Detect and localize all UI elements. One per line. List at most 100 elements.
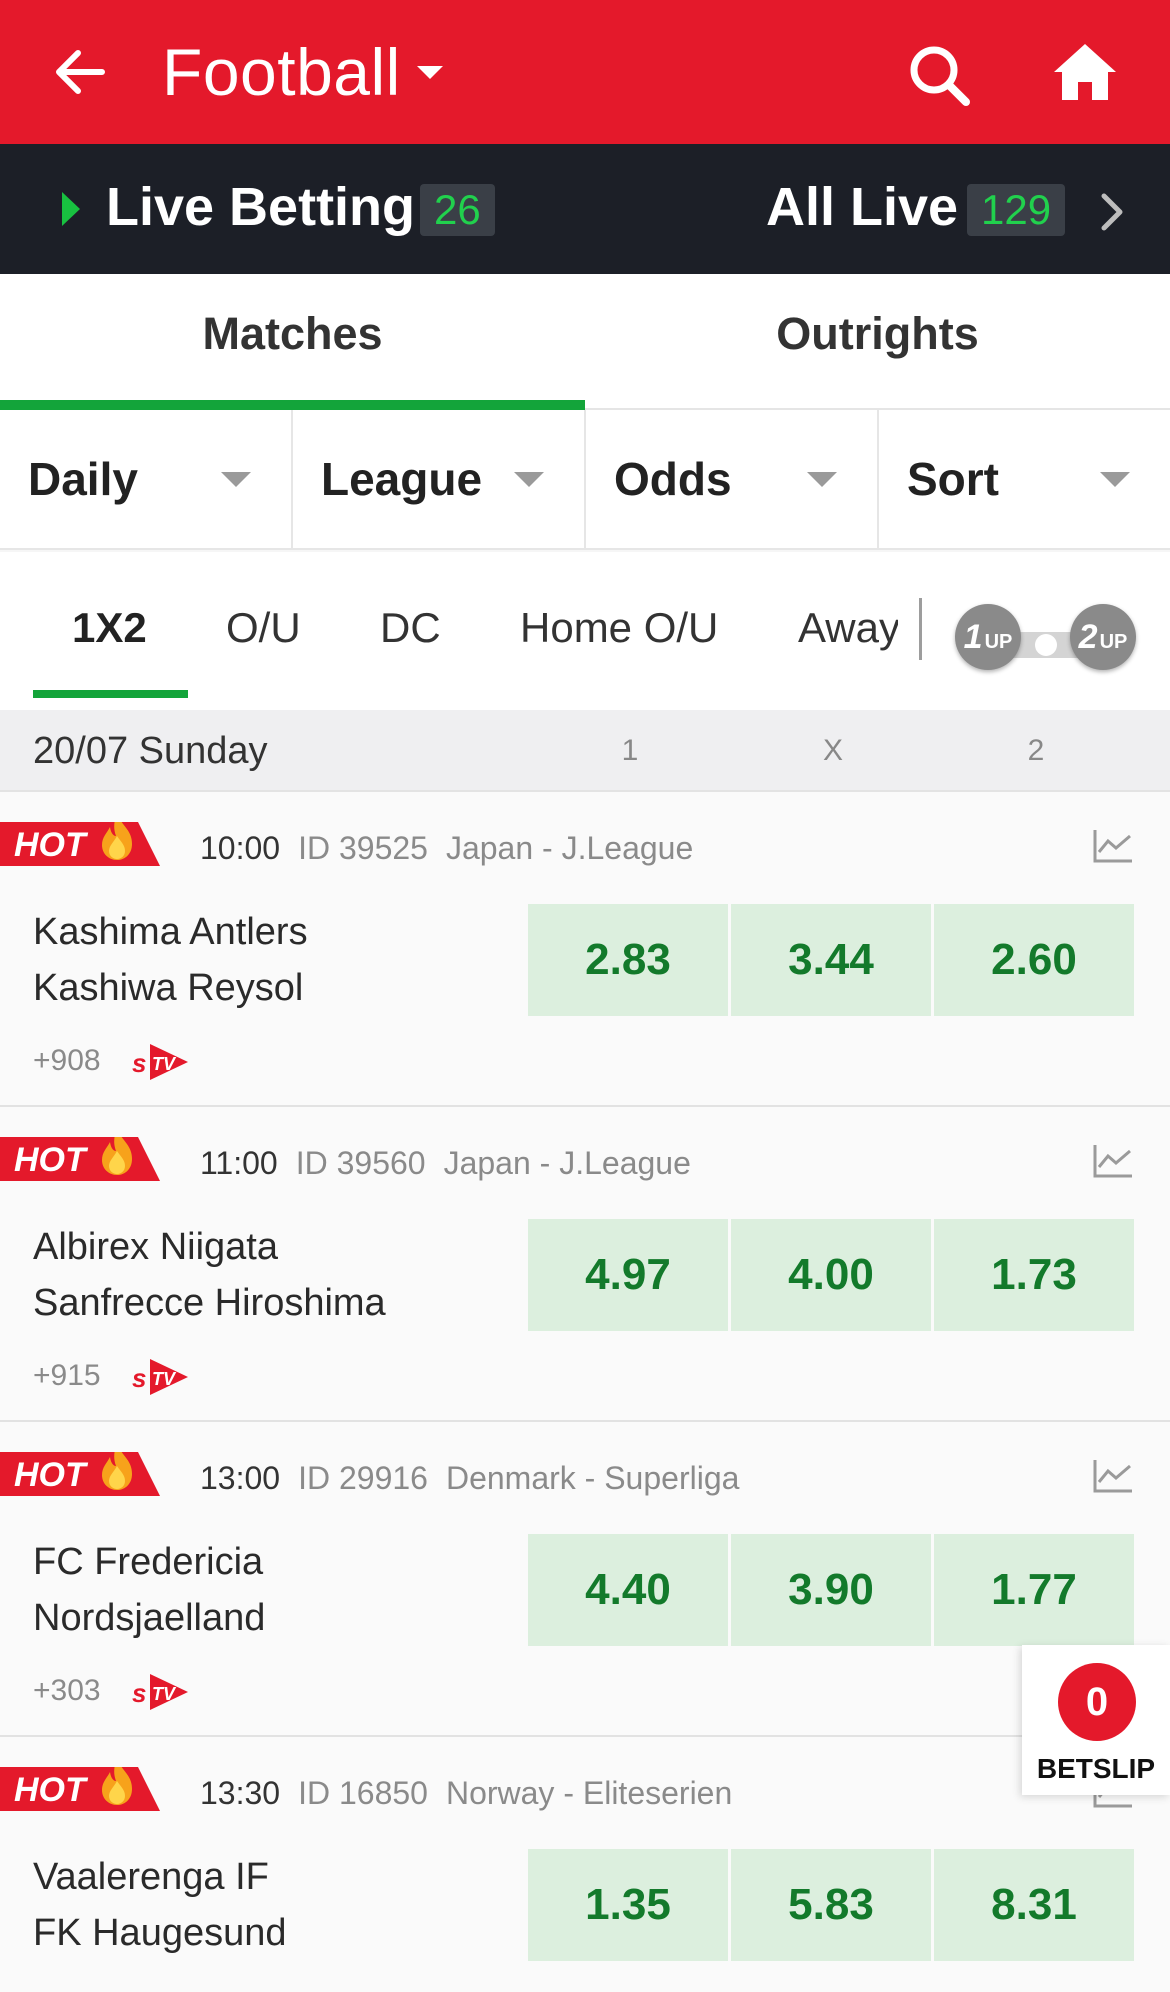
all-live-link[interactable]: All Live <box>766 176 958 238</box>
match-row[interactable]: HOT 11:00 ID 39560 Japan - J.League Albire… <box>0 1107 1170 1422</box>
market-tab-away[interactable]: Away <box>798 604 898 652</box>
stv-live-stream-icon[interactable]: s TV <box>130 1670 192 1714</box>
svg-text:TV: TV <box>152 1369 177 1389</box>
betslip-count: 0 <box>1058 1663 1136 1741</box>
filter-label: Daily <box>28 453 138 505</box>
market-tab-scroller[interactable]: 1X2 O/U DC Home O/U Away <box>0 552 898 710</box>
team-names: Albirex Niigata Sanfrecce Hiroshima <box>33 1219 386 1331</box>
hot-label: HOT <box>14 1456 86 1494</box>
filter-odds[interactable]: Odds <box>586 410 879 548</box>
hot-badge: HOT <box>0 1137 160 1181</box>
stats-chart-icon[interactable] <box>1092 828 1134 864</box>
caret-down-icon <box>514 471 544 487</box>
league-name: Japan - J.League <box>443 1145 691 1181</box>
odds-draw-button[interactable]: 3.44 <box>731 904 931 1016</box>
tab-outrights[interactable]: Outrights <box>585 274 1170 408</box>
date-header: 20/07 Sunday 1 X 2 <box>0 710 1170 792</box>
odds-away-button[interactable]: 1.73 <box>934 1219 1134 1331</box>
match-row[interactable]: HOT 13:30 ID 16850 Norway - Eliteserien Va… <box>0 1737 1170 1992</box>
toggle-dot <box>1035 634 1057 656</box>
team-names: Kashima Antlers Kashiwa Reysol <box>33 904 308 1016</box>
page-title: Football <box>162 35 401 109</box>
all-live-count: 129 <box>967 184 1066 236</box>
team-names: FC Fredericia Nordsjaelland <box>33 1534 265 1646</box>
filter-daily[interactable]: Daily <box>0 410 293 548</box>
more-markets-link[interactable]: +303 <box>33 1674 101 1708</box>
home-team: FC Fredericia <box>33 1541 264 1583</box>
match-row[interactable]: HOT 13:00 ID 29916 Denmark - Superliga FC … <box>0 1422 1170 1737</box>
toggle-1up-button[interactable]: 1 UP <box>955 604 1021 670</box>
match-time: 13:30 <box>200 1775 281 1811</box>
toggle-2up-suffix: UP <box>1099 630 1128 653</box>
caret-down-icon <box>807 471 837 487</box>
odds-away-button[interactable]: 1.77 <box>934 1534 1134 1646</box>
svg-text:s: s <box>132 1363 146 1393</box>
svg-text:s: s <box>132 1678 146 1708</box>
match-row[interactable]: HOT 10:00 ID 39525 Japan - J.League Kashim… <box>0 792 1170 1107</box>
filter-label: Sort <box>907 453 999 505</box>
filter-league[interactable]: League <box>293 410 586 548</box>
filter-label: League <box>321 453 483 505</box>
stats-chart-icon[interactable] <box>1092 1143 1134 1179</box>
odds-draw-button[interactable]: 5.83 <box>731 1849 931 1961</box>
hot-label: HOT <box>14 1141 86 1179</box>
flame-icon <box>102 1452 132 1490</box>
main-tabs: Matches Outrights <box>0 274 1170 410</box>
live-betting-link[interactable]: Live Betting <box>106 176 415 238</box>
odds-draw-button[interactable]: 3.90 <box>731 1534 931 1646</box>
odds-away-button[interactable]: 8.31 <box>934 1849 1134 1961</box>
stv-live-stream-icon[interactable]: s TV <box>130 1355 192 1399</box>
filter-sort[interactable]: Sort <box>879 410 1170 548</box>
chevron-right-icon[interactable] <box>1094 190 1130 234</box>
odds-group: 2.83 3.44 2.60 <box>528 904 1134 1016</box>
flame-icon <box>102 822 132 860</box>
odds-group: 4.40 3.90 1.77 <box>528 1534 1134 1646</box>
away-team: Nordsjaelland <box>33 1597 266 1639</box>
odds-home-button[interactable]: 2.83 <box>528 904 728 1016</box>
filter-label: Odds <box>614 453 732 505</box>
search-icon[interactable] <box>906 42 972 108</box>
odds-home-button[interactable]: 1.35 <box>528 1849 728 1961</box>
toggle-1up-suffix: UP <box>984 630 1013 653</box>
filter-bar: Daily League Odds Sort <box>0 410 1170 550</box>
match-id: ID 16850 <box>298 1775 428 1811</box>
betslip-button[interactable]: 0 BETSLIP <box>1022 1645 1170 1795</box>
column-home: 1 <box>621 734 639 767</box>
market-tab-1x2[interactable]: 1X2 <box>72 604 147 652</box>
more-markets-link[interactable]: +915 <box>33 1359 101 1393</box>
play-icon <box>62 192 80 226</box>
odds-home-button[interactable]: 4.40 <box>528 1534 728 1646</box>
home-icon[interactable] <box>1052 40 1118 102</box>
away-team: Sanfrecce Hiroshima <box>33 1282 386 1324</box>
away-team: Kashiwa Reysol <box>33 967 304 1009</box>
market-tabs: 1X2 O/U DC Home O/U Away 1 UP 2 UP <box>0 552 1170 710</box>
tab-matches[interactable]: Matches <box>0 274 585 410</box>
hot-badge: HOT <box>0 1452 160 1496</box>
odds-home-button[interactable]: 4.97 <box>528 1219 728 1331</box>
caret-down-icon <box>1100 471 1130 487</box>
sport-selector[interactable]: Football <box>162 34 443 110</box>
odds-group: 4.97 4.00 1.73 <box>528 1219 1134 1331</box>
more-markets-link[interactable]: +908 <box>33 1044 101 1078</box>
stats-chart-icon[interactable] <box>1092 1458 1134 1494</box>
home-team: Kashima Antlers <box>33 911 308 953</box>
match-meta: 13:30 ID 16850 Norway - Eliteserien <box>200 1775 732 1812</box>
match-time: 10:00 <box>200 830 281 866</box>
toggle-2up-button[interactable]: 2 UP <box>1070 604 1136 670</box>
svg-text:s: s <box>132 1048 146 1078</box>
market-tab-dc[interactable]: DC <box>380 604 441 652</box>
hot-label: HOT <box>14 1771 86 1809</box>
match-time: 11:00 <box>200 1145 278 1181</box>
svg-text:TV: TV <box>152 1054 177 1074</box>
caret-down-icon <box>221 471 251 487</box>
market-tab-ou[interactable]: O/U <box>226 604 301 652</box>
stv-live-stream-icon[interactable]: s TV <box>130 1040 192 1084</box>
odds-draw-button[interactable]: 4.00 <box>731 1219 931 1331</box>
team-names: Vaalerenga IF FK Haugesund <box>33 1849 287 1961</box>
odds-away-button[interactable]: 2.60 <box>934 904 1134 1016</box>
market-tab-home-ou[interactable]: Home O/U <box>520 604 718 652</box>
hot-badge: HOT <box>0 822 160 866</box>
svg-text:TV: TV <box>152 1684 177 1704</box>
arrow-left-icon[interactable] <box>52 44 108 100</box>
flame-icon <box>102 1137 132 1175</box>
